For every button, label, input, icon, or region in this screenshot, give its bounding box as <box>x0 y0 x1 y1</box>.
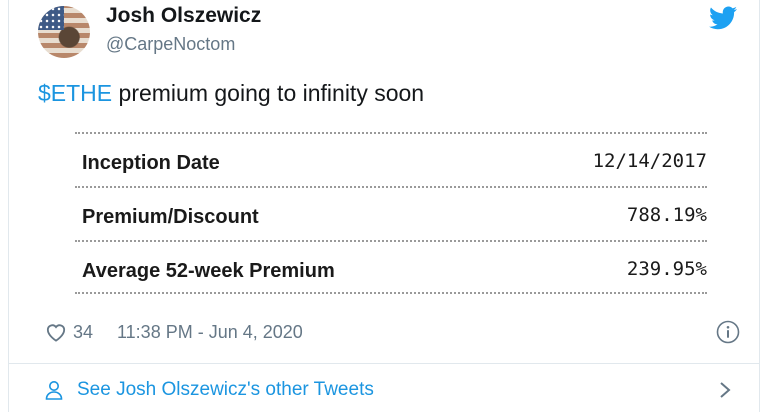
row-value: 12/14/2017 <box>592 150 707 172</box>
row-label: Average 52-week Premium <box>82 260 335 282</box>
row-label: Premium/Discount <box>82 206 259 228</box>
row-value: 239.95% <box>626 258 707 280</box>
tweet-timestamp[interactable]: 11:38 PM - Jun 4, 2020 <box>117 322 303 343</box>
info-icon[interactable] <box>716 320 740 344</box>
tweet-text: $ETHE premium going to infinity soon <box>38 80 424 107</box>
author-name[interactable]: Josh Olszewicz <box>106 4 261 28</box>
table-row: Inception Date 12/14/2017 <box>75 132 707 186</box>
cashtag-link[interactable]: $ETHE <box>38 80 112 106</box>
tweet-text-body: premium going to infinity soon <box>112 80 425 106</box>
row-label: Inception Date <box>82 152 220 174</box>
row-value: 788.19% <box>626 204 707 226</box>
tweet-card: Josh Olszewicz @CarpeNoctom $ETHE premiu… <box>8 0 760 412</box>
avatar[interactable] <box>38 6 90 58</box>
like-count[interactable]: 34 <box>73 322 93 343</box>
table-row: Average 52-week Premium 239.95% <box>75 240 707 294</box>
divider <box>9 363 759 364</box>
twitter-bird-icon[interactable] <box>709 6 737 30</box>
see-other-tweets-label[interactable]: See Josh Olszewicz's other Tweets <box>77 379 374 401</box>
tweet-image-table[interactable]: Inception Date 12/14/2017 Premium/Discou… <box>75 132 707 294</box>
heart-icon[interactable] <box>45 322 67 342</box>
person-icon <box>45 381 63 400</box>
chevron-right-icon[interactable] <box>717 380 733 400</box>
table-row: Premium/Discount 788.19% <box>75 186 707 240</box>
author-handle[interactable]: @CarpeNoctom <box>106 34 235 55</box>
